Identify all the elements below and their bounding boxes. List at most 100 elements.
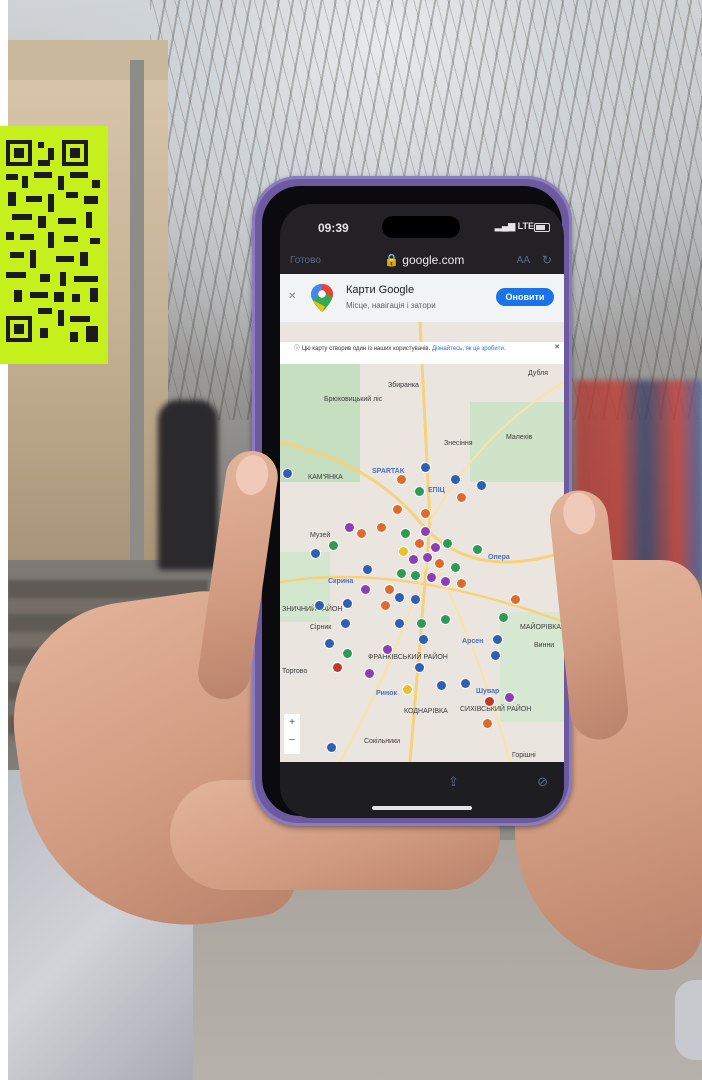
map-pin[interactable]	[360, 584, 371, 595]
zoom-out-button[interactable]: −	[284, 732, 300, 750]
banner-subtitle: Місце, навігація і затори	[346, 301, 436, 310]
url-field[interactable]: 🔒 google.com	[384, 253, 464, 267]
map-pin[interactable]	[416, 618, 427, 629]
qr-code[interactable]	[0, 126, 108, 364]
map-pin[interactable]	[414, 662, 425, 673]
map-pin[interactable]	[440, 614, 451, 625]
map-pin[interactable]	[382, 644, 393, 655]
background-person	[158, 400, 218, 570]
zoom-in-button[interactable]: +	[284, 714, 300, 732]
map-pin[interactable]	[434, 558, 445, 569]
network-label: LTE	[517, 221, 534, 231]
map-pin[interactable]	[362, 564, 373, 575]
map-pin[interactable]	[384, 584, 395, 595]
map-pin[interactable]	[504, 692, 515, 703]
map-pin[interactable]	[314, 600, 325, 611]
notice-link[interactable]: Дізнайтесь, як це зробити.	[432, 346, 506, 352]
done-button[interactable]: Готово	[290, 255, 321, 266]
map-pin[interactable]	[440, 576, 451, 587]
map-pin[interactable]	[344, 522, 355, 533]
map-pin[interactable]	[326, 742, 337, 753]
map-pin[interactable]	[492, 634, 503, 645]
map-label: КАМ'ЯНКА	[308, 474, 343, 481]
map-pin[interactable]	[442, 538, 453, 549]
map-pin[interactable]	[332, 662, 343, 673]
map-pin[interactable]	[450, 562, 461, 573]
map-pin[interactable]	[400, 528, 411, 539]
map-pin[interactable]	[396, 474, 407, 485]
map-pin[interactable]	[342, 648, 353, 659]
compass-icon[interactable]: ⊘	[537, 774, 548, 790]
map-label: Сокільники	[364, 738, 401, 745]
map-pin[interactable]	[420, 508, 431, 519]
qr-code-pattern	[6, 140, 100, 342]
map-label: Сірник	[310, 624, 332, 631]
map-pin[interactable]	[282, 468, 293, 479]
map-pin[interactable]	[484, 696, 495, 707]
map-pin[interactable]	[490, 650, 501, 661]
map-pin[interactable]	[430, 542, 441, 553]
map-pin[interactable]	[456, 492, 467, 503]
map-label: Брюховицький ліс	[324, 396, 383, 403]
map-pin[interactable]	[420, 526, 431, 537]
map-pin[interactable]	[472, 544, 483, 555]
close-icon[interactable]: ✕	[288, 291, 296, 302]
phone-screen: 09:39 ▂▄▆ LTE Готово 🔒 google.com AA ↻ ✕	[280, 204, 564, 818]
map-pin[interactable]	[392, 504, 403, 515]
notice-close-icon[interactable]: ✕	[554, 344, 560, 352]
thumbnail-right	[561, 490, 598, 537]
map-pin[interactable]	[426, 572, 437, 583]
map-label: Дубля	[528, 370, 549, 377]
map-pin[interactable]	[310, 548, 321, 559]
smartphone: 09:39 ▂▄▆ LTE Готово 🔒 google.com AA ↻ ✕	[252, 176, 572, 826]
map-pin[interactable]	[460, 678, 471, 689]
map-pin[interactable]	[498, 612, 509, 623]
map-label: СИХІВСЬКИЙ РАЙОН	[460, 706, 532, 713]
map-pin[interactable]	[410, 594, 421, 605]
map-pin[interactable]	[324, 638, 335, 649]
map-pin[interactable]	[436, 680, 447, 691]
thumbnail-left	[233, 452, 271, 498]
map-label: Ринок	[376, 690, 397, 697]
text-size-button[interactable]: AA	[517, 255, 530, 266]
map-pin[interactable]	[380, 600, 391, 611]
map-pin[interactable]	[394, 618, 405, 629]
map-view[interactable]: ⓘ Цю карту створив один із наших користу…	[280, 322, 564, 762]
map-pin[interactable]	[398, 546, 409, 557]
map-pin[interactable]	[450, 474, 461, 485]
map-pin[interactable]	[510, 594, 521, 605]
info-icon: ⓘ	[294, 346, 301, 352]
share-icon[interactable]: ⇪	[448, 774, 459, 790]
battery-icon	[534, 223, 550, 232]
map-pin[interactable]	[476, 480, 487, 491]
lock-icon: 🔒	[384, 253, 399, 267]
map-pin[interactable]	[396, 568, 407, 579]
map-pin[interactable]	[340, 618, 351, 629]
map-pin[interactable]	[482, 718, 493, 729]
map-pin[interactable]	[418, 634, 429, 645]
map-pin[interactable]	[414, 538, 425, 549]
map-pin[interactable]	[394, 592, 405, 603]
map-pin[interactable]	[376, 522, 387, 533]
map-pin[interactable]	[456, 578, 467, 589]
map-pin[interactable]	[328, 540, 339, 551]
map-pin[interactable]	[422, 552, 433, 563]
map-pin[interactable]	[402, 684, 413, 695]
map-label: МАЙОРІВКА	[520, 624, 562, 631]
map-pin[interactable]	[364, 668, 375, 679]
map-notice: ⓘ Цю карту створив один із наших користу…	[280, 342, 564, 364]
update-button[interactable]: Оновити	[496, 288, 554, 306]
map-pin[interactable]	[356, 528, 367, 539]
map-label: КОДНАРІВКА	[404, 708, 448, 715]
lamp-post	[130, 60, 144, 560]
map-pin[interactable]	[414, 486, 425, 497]
map-pin[interactable]	[420, 462, 431, 473]
map-label: Збиранка	[388, 382, 419, 389]
browser-toolbar: ⇪ ⊘	[280, 762, 564, 818]
app-install-banner: ✕ Карти Google Місце, навігація і затори…	[280, 274, 564, 322]
banner-title: Карти Google	[346, 284, 415, 296]
map-pin[interactable]	[342, 598, 353, 609]
map-pin[interactable]	[410, 570, 421, 581]
map-pin[interactable]	[408, 554, 419, 565]
reload-icon[interactable]: ↻	[542, 253, 552, 267]
